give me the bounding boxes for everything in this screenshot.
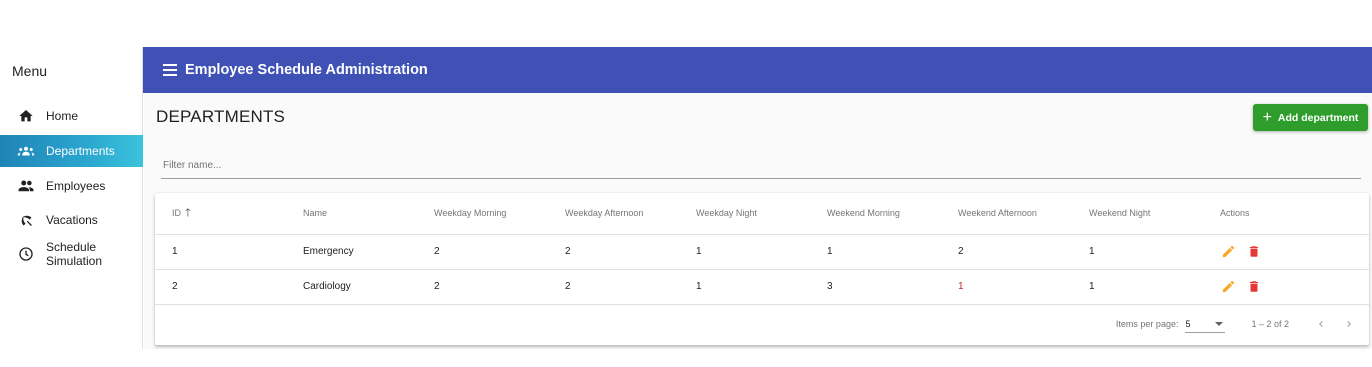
edit-icon[interactable] bbox=[1220, 244, 1236, 260]
sidebar-item-schedule-simulation[interactable]: Schedule Simulation bbox=[0, 238, 143, 270]
sidebar-item-employees[interactable]: Employees bbox=[0, 170, 143, 202]
column-header-weekend-afternoon: Weekend Afternoon bbox=[958, 193, 1089, 235]
dropdown-caret-icon bbox=[1215, 321, 1224, 326]
delete-icon[interactable] bbox=[1246, 279, 1262, 295]
column-header-name: Name bbox=[303, 193, 434, 235]
home-icon bbox=[17, 107, 35, 125]
column-header-weekday-afternoon: Weekday Afternoon bbox=[565, 193, 696, 235]
groups-icon bbox=[17, 142, 35, 160]
menu-icon[interactable] bbox=[163, 64, 177, 76]
sidebar-item-label: Home bbox=[46, 109, 79, 123]
cell-weekend-afternoon: 2 bbox=[958, 234, 1089, 270]
plus-icon: + bbox=[1262, 108, 1272, 126]
column-header-weekday-night: Weekday Night bbox=[696, 193, 827, 235]
chevron-right-icon bbox=[1347, 321, 1351, 327]
cell-weekday-afternoon: 2 bbox=[565, 234, 696, 270]
clock-icon bbox=[17, 245, 35, 263]
table-row: 2 Cardiology 2 2 1 3 1 1 bbox=[155, 269, 1369, 305]
sidebar-item-home[interactable]: Home bbox=[0, 100, 143, 132]
cell-weekday-morning: 2 bbox=[434, 234, 565, 270]
filter-name-input[interactable] bbox=[161, 153, 1361, 177]
cell-id: 2 bbox=[155, 269, 303, 305]
edit-icon[interactable] bbox=[1220, 279, 1236, 295]
column-header-id[interactable]: ID 🡑 bbox=[155, 193, 303, 235]
column-header-weekend-morning: Weekend Morning bbox=[827, 193, 958, 235]
sidebar-item-label: Employees bbox=[46, 179, 106, 193]
items-per-page-select[interactable]: 5 bbox=[1185, 315, 1226, 333]
paginator: Items per page: 5 1 – 2 of 2 bbox=[155, 303, 1369, 345]
cell-name: Emergency bbox=[303, 234, 434, 270]
app-title: Employee Schedule Administration bbox=[185, 62, 428, 78]
sidebar: Menu Home Departments Employees Vacation… bbox=[0, 47, 143, 349]
column-header-actions: Actions bbox=[1220, 193, 1369, 235]
column-header-weekend-night: Weekend Night bbox=[1089, 193, 1220, 235]
delete-icon[interactable] bbox=[1246, 244, 1262, 260]
sidebar-item-departments[interactable]: Departments bbox=[0, 135, 143, 167]
items-per-page-label: Items per page: bbox=[1115, 319, 1179, 329]
sidebar-item-label: Schedule Simulation bbox=[46, 240, 103, 268]
cell-weekday-afternoon: 2 bbox=[565, 269, 696, 305]
page-title: DEPARTMENTS bbox=[156, 107, 286, 126]
departments-table: ID 🡑 Name Weekday Morning Weekday Afterno… bbox=[155, 193, 1369, 305]
cell-weekend-morning: 3 bbox=[827, 269, 958, 305]
previous-page-button[interactable] bbox=[1313, 316, 1329, 332]
app-toolbar: Employee Schedule Administration bbox=[143, 47, 1372, 93]
beach-icon bbox=[17, 211, 35, 229]
page-range-label: 1 – 2 of 2 bbox=[1251, 319, 1289, 329]
cell-weekend-night: 1 bbox=[1089, 234, 1220, 270]
cell-name: Cardiology bbox=[303, 269, 434, 305]
cell-weekend-morning: 1 bbox=[827, 234, 958, 270]
filter-field bbox=[161, 153, 1361, 179]
main-content: DEPARTMENTS + Add department ID🡑 Name We… bbox=[144, 93, 1372, 349]
people-icon bbox=[17, 177, 35, 195]
cell-weekday-night: 1 bbox=[696, 234, 827, 270]
cell-actions bbox=[1220, 234, 1369, 270]
cell-weekend-night: 1 bbox=[1089, 269, 1220, 305]
items-per-page-value: 5 bbox=[1185, 318, 1191, 329]
menu-title: Menu bbox=[12, 63, 48, 79]
cell-weekend-afternoon: 1 bbox=[958, 269, 1089, 305]
sidebar-item-label: Vacations bbox=[46, 213, 98, 227]
table-row: 1 Emergency 2 2 1 1 2 1 bbox=[155, 234, 1369, 270]
add-department-button[interactable]: + Add department bbox=[1253, 104, 1368, 131]
sidebar-item-vacations[interactable]: Vacations bbox=[0, 204, 143, 236]
column-header-weekday-morning: Weekday Morning bbox=[434, 193, 565, 235]
sidebar-item-label: Departments bbox=[46, 144, 115, 158]
next-page-button[interactable] bbox=[1341, 316, 1357, 332]
cell-weekday-morning: 2 bbox=[434, 269, 565, 305]
cell-id: 1 bbox=[155, 234, 303, 270]
chevron-left-icon bbox=[1319, 321, 1323, 327]
departments-table-card: ID 🡑 Name Weekday Morning Weekday Afterno… bbox=[155, 193, 1369, 345]
cell-weekday-night: 1 bbox=[696, 269, 827, 305]
table-header-row: ID 🡑 Name Weekday Morning Weekday Afterno… bbox=[155, 193, 1369, 235]
sort-ascending-icon: 🡑 bbox=[185, 206, 191, 219]
add-department-label: Add department bbox=[1277, 111, 1359, 124]
cell-actions bbox=[1220, 269, 1369, 305]
